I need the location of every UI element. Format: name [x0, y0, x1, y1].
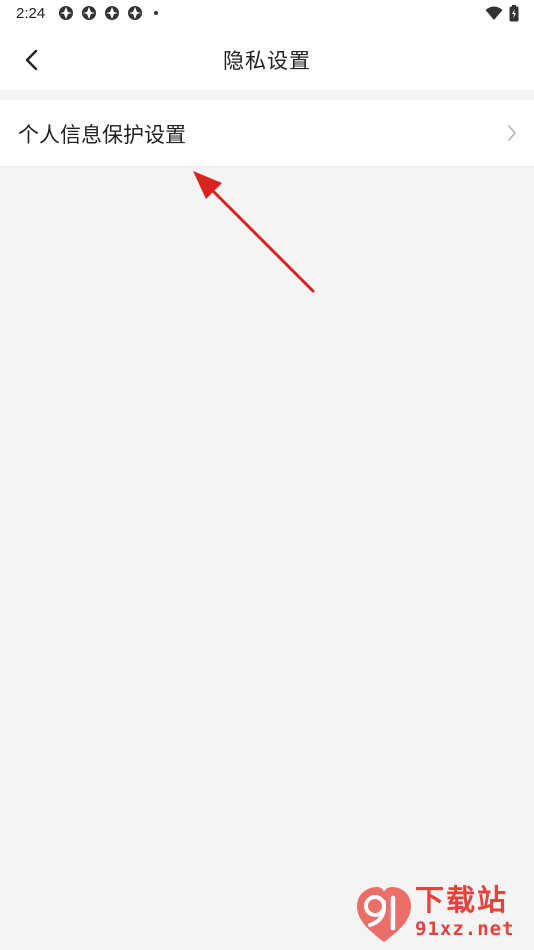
notification-icons — [58, 5, 158, 21]
app-icon — [82, 6, 96, 20]
list-item-label: 个人信息保护设置 — [18, 123, 186, 147]
list-item-personal-info-protection[interactable]: 个人信息保护设置 — [0, 100, 534, 167]
status-bar: 2:24 — [0, 0, 534, 28]
app-icon — [105, 6, 119, 20]
battery-icon — [509, 5, 519, 22]
page-title: 隐私设置 — [223, 49, 311, 73]
more-notifications-dot — [154, 11, 158, 15]
wifi-icon — [485, 6, 503, 20]
status-time: 2:24 — [16, 5, 46, 22]
chevron-right-icon — [508, 125, 516, 141]
watermark-url: 91xz.net — [415, 918, 515, 940]
status-right-icons — [485, 5, 519, 22]
app-icon — [59, 6, 73, 20]
watermark-brand: 下载站 — [415, 883, 509, 917]
watermark: 下载站 91xz.net — [355, 884, 530, 946]
watermark-logo — [357, 887, 411, 942]
app-icon — [128, 6, 142, 20]
header: 隐私设置 — [0, 28, 534, 90]
